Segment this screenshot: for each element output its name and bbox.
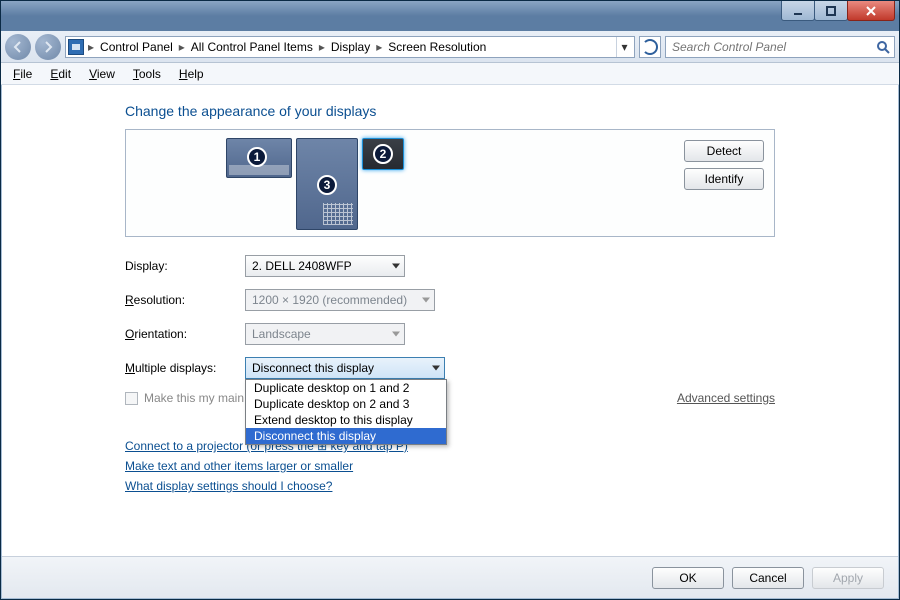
crumb-sep-icon: ▸ (177, 40, 187, 54)
titlebar (1, 1, 899, 31)
refresh-button[interactable] (639, 36, 661, 58)
menu-edit[interactable]: Edit (42, 65, 79, 83)
menu-tools[interactable]: Tools (125, 65, 169, 83)
display-arrangement-box[interactable]: 1 3 2 Detect Identify (125, 129, 775, 237)
help-link[interactable]: What display settings should I choose? (125, 479, 332, 493)
monitor-badge: 1 (247, 147, 267, 167)
crumb-sep-icon: ▸ (374, 40, 384, 54)
monitor-1[interactable]: 1 (226, 138, 292, 178)
calculator-icon (323, 203, 353, 225)
monitor-badge: 2 (373, 144, 393, 164)
dropdown-option[interactable]: Duplicate desktop on 1 and 2 (246, 380, 446, 396)
multiple-displays-dropdown[interactable]: Duplicate desktop on 1 and 2 Duplicate d… (245, 379, 447, 445)
search-input[interactable] (670, 39, 872, 55)
breadcrumb[interactable]: Screen Resolution (386, 40, 488, 54)
ok-button[interactable]: OK (652, 567, 724, 589)
chevron-down-icon (392, 332, 400, 337)
multiple-displays-label: Multiple displays: (125, 361, 245, 375)
breadcrumb[interactable]: Control Panel (98, 40, 175, 54)
detect-button[interactable]: Detect (684, 140, 764, 162)
monitor-3[interactable]: 3 (296, 138, 358, 230)
navbar: ▸ Control Panel ▸ All Control Panel Item… (1, 31, 899, 63)
dropdown-option[interactable]: Disconnect this display (246, 428, 446, 444)
resolution-field-label: Resolution: (125, 293, 245, 307)
dialog-footer: OK Cancel Apply (2, 556, 898, 598)
monitor-2[interactable]: 2 (362, 138, 404, 170)
chevron-down-icon (432, 366, 440, 371)
maximize-button[interactable] (814, 1, 848, 21)
crumb-sep-icon: ▸ (86, 40, 96, 54)
display-field-label: Display: (125, 259, 245, 273)
display-combo[interactable]: 2. DELL 2408WFP (245, 255, 405, 277)
breadcrumb[interactable]: Display (329, 40, 372, 54)
address-dropdown[interactable]: ▾ (616, 37, 632, 57)
orientation-field-label: Orientation: (125, 327, 245, 341)
back-button[interactable] (5, 34, 31, 60)
text-size-link[interactable]: Make text and other items larger or smal… (125, 459, 353, 473)
close-button[interactable] (847, 1, 895, 21)
orientation-combo: Landscape (245, 323, 405, 345)
search-icon (876, 40, 890, 54)
apply-button: Apply (812, 567, 884, 589)
resolution-combo: 1200 × 1920 (recommended) (245, 289, 435, 311)
menu-help[interactable]: Help (171, 65, 212, 83)
window-frame: ▸ Control Panel ▸ All Control Panel Item… (0, 0, 900, 600)
cancel-button[interactable]: Cancel (732, 567, 804, 589)
main-display-checkbox (125, 392, 138, 405)
multiple-displays-combo[interactable]: Disconnect this display (245, 357, 445, 379)
chevron-down-icon (422, 298, 430, 303)
menu-file[interactable]: File (5, 65, 40, 83)
page-title: Change the appearance of your displays (125, 103, 775, 119)
crumb-sep-icon: ▸ (317, 40, 327, 54)
dropdown-option[interactable]: Duplicate desktop on 2 and 3 (246, 396, 446, 412)
menubar: File Edit View Tools Help (1, 63, 899, 85)
minimize-button[interactable] (781, 1, 815, 21)
address-bar[interactable]: ▸ Control Panel ▸ All Control Panel Item… (65, 36, 635, 58)
forward-button[interactable] (35, 34, 61, 60)
monitor-badge: 3 (317, 175, 337, 195)
advanced-settings-link[interactable]: Advanced settings (677, 391, 775, 405)
menu-view[interactable]: View (81, 65, 123, 83)
control-panel-icon (68, 39, 84, 55)
taskbar-icon (229, 165, 289, 175)
chevron-down-icon (392, 264, 400, 269)
identify-button[interactable]: Identify (684, 168, 764, 190)
breadcrumb[interactable]: All Control Panel Items (189, 40, 315, 54)
content-area: Change the appearance of your displays 1… (2, 85, 898, 598)
search-box[interactable] (665, 36, 895, 58)
dropdown-option[interactable]: Extend desktop to this display (246, 412, 446, 428)
